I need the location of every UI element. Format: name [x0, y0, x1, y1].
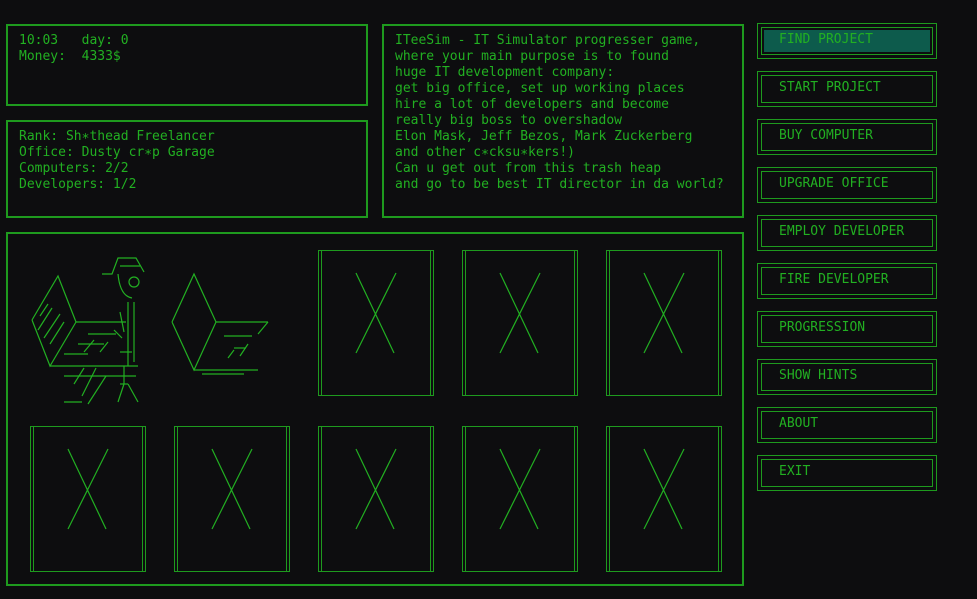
description-line: get big office, set up working places	[395, 81, 685, 96]
description-line: ITeeSim - IT Simulator progresser game,	[395, 33, 701, 48]
locked-slot	[462, 426, 578, 572]
day-counter: day: 0	[81, 33, 129, 48]
about-button[interactable]: ABOUT	[757, 407, 937, 443]
locked-x-icon	[643, 272, 685, 354]
developer-at-computer-icon	[31, 257, 145, 405]
locked-slot	[174, 426, 290, 572]
exit-button[interactable]: EXIT	[757, 455, 937, 491]
status-panel: 10:03 day: 0 Money: 4333$	[6, 24, 368, 106]
locked-slot	[30, 426, 146, 572]
locked-x-icon	[643, 448, 685, 530]
employ-developer-button[interactable]: EMPLOY DEVELOPER	[757, 215, 937, 251]
game-description-panel: ITeeSim - IT Simulator progresser game, …	[382, 24, 744, 218]
money-value: 4333$	[81, 49, 121, 64]
rank-text: Rank: Sh∗thead Freelancer	[19, 129, 215, 144]
description-line: hire a lot of developers and become	[395, 97, 669, 112]
office-floor	[6, 232, 744, 586]
show-hints-button[interactable]: SHOW HINTS	[757, 359, 937, 395]
developers-count: Developers: 1/2	[19, 177, 137, 192]
company-info-panel: Rank: Sh∗thead Freelancer Office: Dusty …	[6, 120, 368, 218]
money-label: Money:	[19, 49, 66, 64]
locked-slot	[318, 250, 434, 396]
locked-x-icon	[499, 272, 541, 354]
locked-slot	[606, 250, 722, 396]
locked-x-icon	[67, 448, 109, 530]
office-text: Office: Dusty cr∗p Garage	[19, 145, 215, 160]
start-project-button[interactable]: START PROJECT	[757, 71, 937, 107]
locked-x-icon	[211, 448, 253, 530]
locked-slot	[462, 250, 578, 396]
description-line: and go to be best IT director in da worl…	[395, 177, 724, 192]
find-project-button[interactable]: FIND PROJECT	[757, 23, 937, 59]
fire-developer-button[interactable]: FIRE DEVELOPER	[757, 263, 937, 299]
description-line: huge IT development company:	[395, 65, 615, 80]
locked-x-icon	[355, 448, 397, 530]
description-line: and other c∗cksu∗kers!)	[395, 145, 576, 160]
buy-computer-button[interactable]: BUY COMPUTER	[757, 119, 937, 155]
description-line: Can u get out from this trash heap	[395, 161, 662, 176]
computers-count: Computers: 2/2	[19, 161, 129, 176]
description-line: really big boss to overshadow	[395, 113, 622, 128]
description-line: Elon Mask, Jeff Bezos, Mark Zuckerberg	[395, 129, 693, 144]
locked-x-icon	[355, 272, 397, 354]
clock-time: 10:03	[19, 33, 59, 48]
upgrade-office-button[interactable]: UPGRADE OFFICE	[757, 167, 937, 203]
locked-x-icon	[499, 448, 541, 530]
description-line: where your main purpose is to found	[395, 49, 669, 64]
progression-button[interactable]: PROGRESSION	[757, 311, 937, 347]
computer-icon	[171, 272, 269, 375]
locked-slot	[318, 426, 434, 572]
locked-slot	[606, 426, 722, 572]
